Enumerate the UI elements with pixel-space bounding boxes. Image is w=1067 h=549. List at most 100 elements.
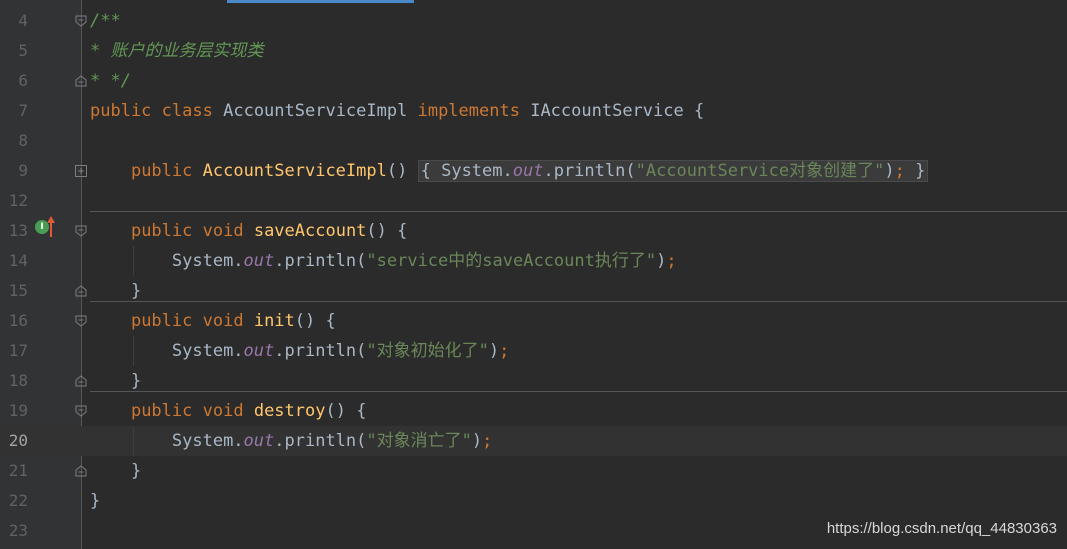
line-number: 19 — [8, 401, 28, 420]
code-text: public void init() { — [90, 306, 336, 336]
line-number: 21 — [8, 461, 28, 480]
indent-guide — [133, 246, 134, 276]
field-out: out — [512, 161, 544, 181]
fold-collapse-icon[interactable] — [74, 404, 88, 418]
line-number: 6 — [18, 71, 28, 90]
system-ref: System. — [171, 431, 244, 451]
keyword: public — [130, 221, 193, 241]
code-text: } — [90, 456, 141, 486]
indent-guide — [133, 336, 134, 366]
fold-collapse-icon[interactable] — [74, 14, 88, 28]
code-line-20-current[interactable]: 20 System.out.println("对象消亡了"); — [0, 426, 1067, 456]
string-literal: "AccountService对象创建了" — [635, 161, 885, 181]
line-number: 7 — [18, 101, 28, 120]
fold-expand-icon[interactable] — [74, 164, 88, 178]
code-line-17[interactable]: 17 System.out.println("对象初始化了"); — [0, 336, 1067, 366]
code-text: public void saveAccount() { — [90, 216, 407, 246]
active-tab-indicator — [227, 0, 414, 3]
method-name: destroy — [253, 401, 326, 421]
brace: { — [693, 101, 705, 121]
line-number: 17 — [8, 341, 28, 360]
keyword: void — [202, 221, 244, 241]
semicolon: ; — [499, 341, 510, 361]
keyword: class — [161, 101, 213, 121]
code-text: } — [90, 486, 100, 516]
code-line-22[interactable]: 22 } — [0, 486, 1067, 516]
code-text: System.out.println("对象初始化了"); — [90, 336, 509, 366]
code-line-16[interactable]: 16 public void init() { — [0, 306, 1067, 336]
code-line-9[interactable]: 9 public AccountServiceImpl() { System.o… — [0, 156, 1067, 186]
comment-text: * 账户的业务层实现类 — [90, 41, 264, 61]
method-call: .println( — [274, 341, 367, 361]
code-text: public class AccountServiceImpl implemen… — [90, 96, 704, 126]
code-line-7[interactable]: 7 public class AccountServiceImpl implem… — [0, 96, 1067, 126]
keyword: void — [202, 311, 244, 331]
code-line-19[interactable]: 19 public void destroy() { — [0, 396, 1067, 426]
fold-end-icon[interactable] — [74, 74, 88, 88]
semicolon: ; — [666, 251, 677, 271]
brace: } — [915, 161, 926, 181]
system-ref: System. — [171, 341, 244, 361]
parens: () — [386, 161, 408, 181]
code-text: * */ — [90, 66, 131, 96]
brace: { — [325, 311, 336, 331]
watermark-url: https://blog.csdn.net/qq_44830363 — [826, 520, 1057, 537]
fold-end-icon[interactable] — [74, 284, 88, 298]
fold-collapse-icon[interactable] — [74, 224, 88, 238]
field-out: out — [243, 431, 275, 451]
method-separator — [90, 391, 1067, 392]
code-line-4[interactable]: 4 /** — [0, 6, 1067, 36]
brace: } — [130, 461, 142, 481]
class-name: AccountServiceImpl — [223, 101, 408, 121]
line-number: 23 — [8, 521, 28, 540]
keyword: public — [90, 101, 152, 121]
string-literal: "对象初始化了" — [366, 341, 489, 361]
method-separator — [90, 301, 1067, 302]
code-editor[interactable]: 4 /** 5 * 账户的业务层实现类 6 * */ 7 public clas… — [0, 0, 1067, 549]
go-to-super-arrow-icon[interactable] — [47, 216, 55, 238]
constructor-name: AccountServiceImpl — [202, 161, 387, 181]
code-text: System.out.println("对象消亡了"); — [90, 426, 492, 456]
string-literal: "service中的saveAccount执行了" — [366, 251, 657, 271]
semicolon: ; — [482, 431, 493, 451]
paren: ) — [471, 431, 483, 451]
line-number: 13 — [8, 221, 28, 240]
code-line-5[interactable]: 5 * 账户的业务层实现类 — [0, 36, 1067, 66]
string-literal: "对象消亡了" — [366, 431, 472, 451]
brace: } — [130, 281, 142, 301]
code-line-13[interactable]: 13 public void saveAccount() { — [0, 216, 1067, 246]
code-line-6[interactable]: 6 * */ — [0, 66, 1067, 96]
line-number: 9 — [18, 161, 28, 180]
paren: ) — [884, 161, 895, 181]
parens: () — [325, 401, 346, 421]
comment-text: /** — [90, 11, 121, 31]
parens: () — [294, 311, 316, 331]
keyword: public — [130, 401, 193, 421]
line-number: 16 — [8, 311, 28, 330]
fold-collapse-icon[interactable] — [74, 314, 88, 328]
code-line-8[interactable]: 8 — [0, 126, 1067, 156]
line-number: 20 — [8, 431, 28, 450]
comment-text: * */ — [90, 71, 131, 91]
line-number: 5 — [18, 41, 28, 60]
line-number: 15 — [8, 281, 28, 300]
keyword: void — [202, 401, 244, 421]
brace: { — [420, 161, 431, 181]
method-name: init — [253, 311, 295, 331]
paren: ) — [488, 341, 500, 361]
method-call: .println( — [274, 431, 367, 451]
brace: { — [356, 401, 367, 421]
line-number: 4 — [18, 11, 28, 30]
fold-end-icon[interactable] — [74, 464, 88, 478]
fold-end-icon[interactable] — [74, 374, 88, 388]
code-line-21[interactable]: 21 } — [0, 456, 1067, 486]
system-ref: System. — [171, 251, 244, 271]
folded-code-region[interactable]: { System.out.println("AccountService对象创建… — [417, 160, 929, 182]
code-line-14[interactable]: 14 System.out.println("service中的saveAcco… — [0, 246, 1067, 276]
method-name: saveAccount — [253, 221, 367, 241]
brace: { — [397, 221, 408, 241]
system-ref: System. — [441, 161, 513, 181]
parens: () — [366, 221, 387, 241]
brace: } — [130, 371, 142, 391]
interface-name: IAccountService — [530, 101, 684, 121]
